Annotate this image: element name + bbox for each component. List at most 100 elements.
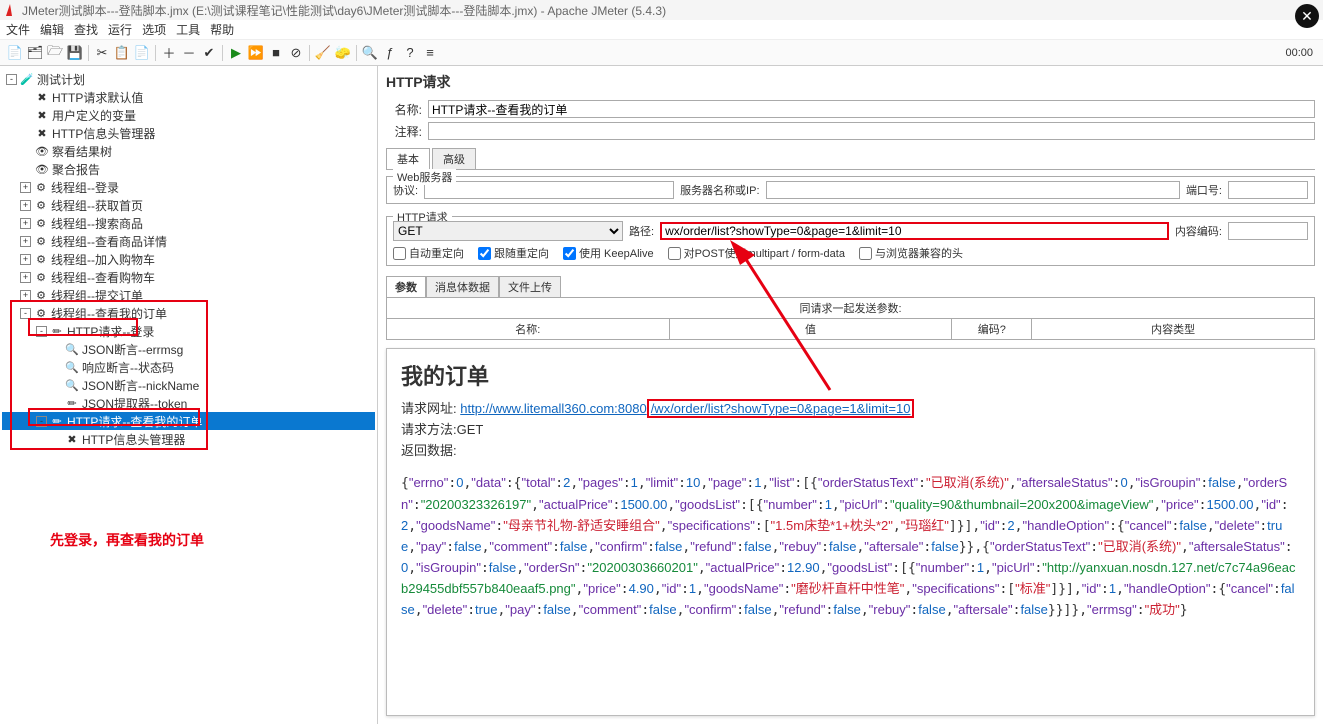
expand-icon[interactable]: ＋ (160, 44, 178, 62)
port-input[interactable] (1228, 181, 1308, 199)
list-icon[interactable]: ≡ (421, 44, 439, 62)
tree-item-selected[interactable]: HTTP请求--查看我的订单 (67, 413, 202, 430)
toggle-icon[interactable]: - (6, 74, 17, 85)
cut-icon[interactable]: ✂ (93, 44, 111, 62)
open-icon[interactable]: 🗁 (46, 44, 64, 62)
toggle-icon[interactable]: + (20, 236, 31, 247)
col-value: 值 (670, 319, 953, 339)
menu-run[interactable]: 运行 (108, 21, 132, 38)
follow-redirect-chk[interactable] (478, 247, 491, 260)
clear-all-icon[interactable]: 🧽 (334, 44, 352, 62)
clear-icon[interactable]: 🧹 (314, 44, 332, 62)
comment-input[interactable] (428, 122, 1315, 140)
thread-icon: ⚙ (33, 215, 49, 231)
tree-item[interactable]: 线程组--提交订单 (51, 287, 143, 304)
menu-edit[interactable]: 编辑 (40, 21, 64, 38)
toggle-icon[interactable]: + (20, 218, 31, 229)
toggle-icon[interactable]: + (20, 272, 31, 283)
browser-compat-chk[interactable] (859, 247, 872, 260)
tree-item[interactable]: JSON断言--nickName (82, 377, 199, 394)
url-label: 请求网址: (401, 401, 457, 416)
method-select[interactable]: GET (393, 221, 623, 241)
multipart-chk[interactable] (668, 247, 681, 260)
menu-tools[interactable]: 工具 (176, 21, 200, 38)
tab-basic[interactable]: 基本 (386, 148, 430, 169)
close-button[interactable]: ✕ (1295, 4, 1319, 28)
toggle-icon[interactable]: + (20, 254, 31, 265)
name-input[interactable] (428, 100, 1315, 118)
tree-item[interactable]: 线程组--登录 (51, 179, 119, 196)
tree-item[interactable]: 聚合报告 (52, 161, 100, 178)
tree-item[interactable]: 响应断言--状态码 (82, 359, 174, 376)
tree-item[interactable]: 线程组--加入购物车 (51, 251, 155, 268)
help-icon[interactable]: ? (401, 44, 419, 62)
doc-url[interactable]: http://www.litemall360.com:8080/wx/order… (460, 399, 914, 418)
toggle-icon[interactable]: + (20, 200, 31, 211)
documentation-panel: 我的订单 请求网址: http://www.litemall360.com:80… (386, 348, 1315, 716)
tree-item[interactable]: HTTP信息头管理器 (82, 431, 185, 448)
menu-help[interactable]: 帮助 (210, 21, 234, 38)
tree-item[interactable]: JSON提取器--token (82, 395, 187, 412)
search-icon[interactable]: 🔍 (361, 44, 379, 62)
path-input[interactable] (660, 222, 1169, 240)
config-icon: ✖ (34, 89, 50, 105)
config-icon: ✖ (34, 107, 50, 123)
tab-params[interactable]: 参数 (386, 276, 426, 297)
template-icon[interactable]: 🗂 (26, 44, 44, 62)
encoding-input[interactable] (1228, 222, 1308, 240)
tab-body[interactable]: 消息体数据 (426, 276, 499, 297)
annotation-note: 先登录，再查看我的订单 (50, 530, 204, 550)
tree-item[interactable]: 线程组--查看我的订单 (51, 305, 167, 322)
collapse-icon[interactable]: － (180, 44, 198, 62)
save-icon[interactable]: 💾 (66, 44, 84, 62)
listener-icon: 👁 (34, 161, 50, 177)
thread-icon: ⚙ (33, 233, 49, 249)
new-icon[interactable]: 📄 (6, 44, 24, 62)
tree-item[interactable]: 用户定义的变量 (52, 107, 136, 124)
tree-item[interactable]: 线程组--查看购物车 (51, 269, 155, 286)
tree-root[interactable]: 测试计划 (37, 71, 85, 88)
listener-icon: 👁 (34, 143, 50, 159)
toggle-icon[interactable]: - (20, 308, 31, 319)
paste-icon[interactable]: 📄 (133, 44, 151, 62)
tree-item[interactable]: HTTP信息头管理器 (52, 125, 155, 142)
web-server-legend: Web服务器 (393, 169, 456, 185)
host-input[interactable] (766, 181, 1180, 199)
menu-options[interactable]: 选项 (142, 21, 166, 38)
tab-files[interactable]: 文件上传 (499, 276, 561, 297)
start-icon[interactable]: ▶ (227, 44, 245, 62)
plan-icon: 🧪 (19, 71, 35, 87)
menu-file[interactable]: 文件 (6, 21, 30, 38)
toggle-icon[interactable]: ✔ (200, 44, 218, 62)
test-plan-tree[interactable]: -🧪测试计划 ✖HTTP请求默认值 ✖用户定义的变量 ✖HTTP信息头管理器 👁… (0, 66, 378, 724)
extractor-icon: ✏ (64, 395, 80, 411)
tree-item[interactable]: 察看结果树 (52, 143, 112, 160)
copy-icon[interactable]: 📋 (113, 44, 131, 62)
toggle-icon[interactable]: + (20, 182, 31, 193)
col-type: 内容类型 (1032, 319, 1314, 339)
function-icon[interactable]: ƒ (381, 44, 399, 62)
sampler-icon: ✏ (49, 323, 65, 339)
thread-icon: ⚙ (33, 179, 49, 195)
tree-item[interactable]: 线程组--搜索商品 (51, 215, 143, 232)
tree-item[interactable]: 线程组--获取首页 (51, 197, 143, 214)
sampler-panel: HTTP请求 名称: 注释: 基本 高级 Web服务器 协议: 服务器名称或IP… (378, 66, 1323, 724)
config-icon: ✖ (34, 125, 50, 141)
keepalive-chk[interactable] (563, 247, 576, 260)
toggle-icon[interactable]: - (36, 416, 47, 427)
assertion-icon: 🔍 (64, 377, 80, 393)
start-no-pause-icon[interactable]: ⏩ (247, 44, 265, 62)
tree-item[interactable]: 线程组--查看商品详情 (51, 233, 167, 250)
toggle-icon[interactable]: + (20, 290, 31, 301)
stop-icon[interactable]: ■ (267, 44, 285, 62)
toggle-icon[interactable]: - (36, 326, 47, 337)
assertion-icon: 🔍 (64, 359, 80, 375)
tree-item[interactable]: HTTP请求--登录 (67, 323, 154, 340)
shutdown-icon[interactable]: ⊘ (287, 44, 305, 62)
auto-redirect-chk[interactable] (393, 247, 406, 260)
tree-item[interactable]: JSON断言--errmsg (82, 341, 183, 358)
protocol-input[interactable] (424, 181, 674, 199)
tree-item[interactable]: HTTP请求默认值 (52, 89, 143, 106)
tab-advanced[interactable]: 高级 (432, 148, 476, 169)
menu-search[interactable]: 查找 (74, 21, 98, 38)
